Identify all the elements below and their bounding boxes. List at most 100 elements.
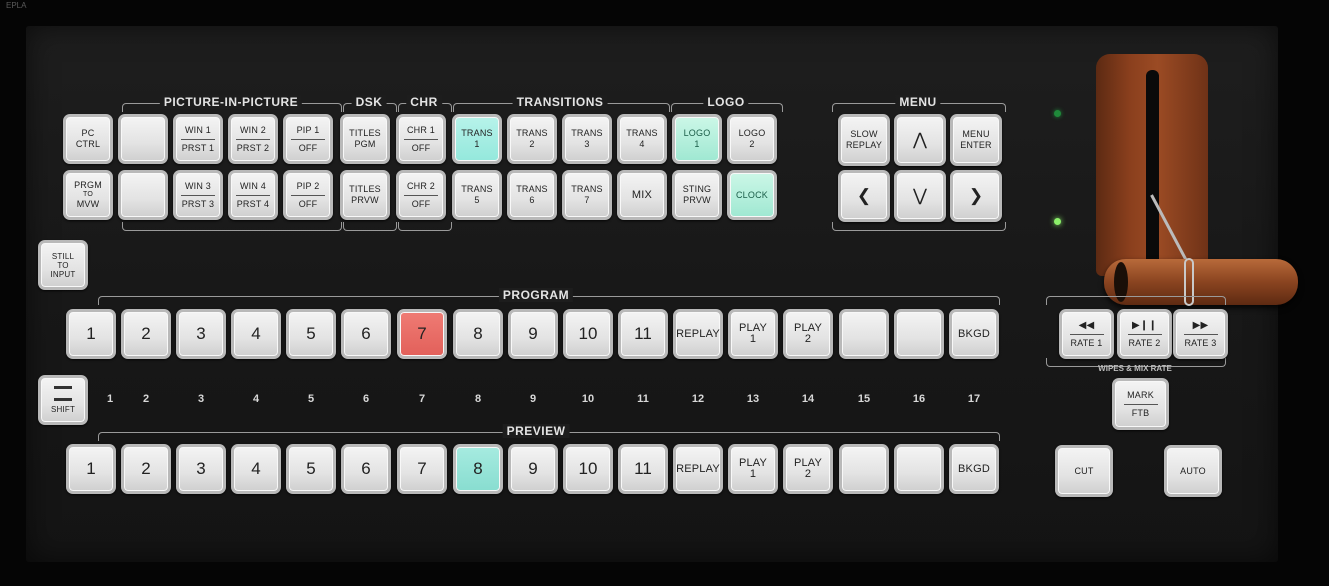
blank-button-2[interactable]: [118, 170, 168, 220]
program-button-2[interactable]: 2: [121, 309, 171, 359]
menu-left-button[interactable]: ❮: [838, 170, 890, 222]
slow-replay-button[interactable]: SLOW REPLAY: [838, 114, 890, 166]
menu-enter-line1: MENU: [962, 129, 990, 139]
pc-ctrl-button[interactable]: PC CTRL: [63, 114, 113, 164]
preview-button-15[interactable]: [839, 444, 889, 494]
trans2-button[interactable]: TRANS 2: [507, 114, 557, 164]
titles-pgm-line2: PGM: [354, 139, 376, 149]
preview-button-9[interactable]: 9: [508, 444, 558, 494]
program-button-9[interactable]: 9: [508, 309, 558, 359]
logo2-button[interactable]: LOGO 2: [727, 114, 777, 164]
menu-enter-button[interactable]: MENU ENTER: [950, 114, 1002, 166]
win2-button[interactable]: WIN 2 PRST 2: [228, 114, 278, 164]
program-button-5[interactable]: 5: [286, 309, 336, 359]
menu-label: MENU: [895, 95, 941, 109]
preview-button-2[interactable]: 2: [121, 444, 171, 494]
trans6-button[interactable]: TRANS 6: [507, 170, 557, 220]
logo1-line1: LOGO: [683, 128, 711, 138]
auto-button[interactable]: AUTO: [1164, 445, 1222, 497]
sting-prvw-button[interactable]: STING PRVW: [672, 170, 722, 220]
preview-button-6[interactable]: 6: [341, 444, 391, 494]
preview-button-7[interactable]: 7: [397, 444, 447, 494]
menu-down-button[interactable]: ⋁: [894, 170, 946, 222]
program-button-1[interactable]: 1: [66, 309, 116, 359]
pip2-button[interactable]: PIP 2 OFF: [283, 170, 333, 220]
still-line1: STILL: [51, 251, 75, 261]
chr2-button[interactable]: CHR 2 OFF: [396, 170, 446, 220]
win3-line1: WIN 3: [184, 180, 211, 191]
trans1-button[interactable]: TRANS 1: [452, 114, 502, 164]
win3-button[interactable]: WIN 3 PRST 3: [173, 170, 223, 220]
win3-line2: PRST 3: [181, 198, 215, 209]
preview-button-14-line2: 2: [804, 468, 812, 480]
trans5-button[interactable]: TRANS 5: [452, 170, 502, 220]
preview-button-10[interactable]: 10: [563, 444, 613, 494]
titles-prvw-button[interactable]: TITLES PRVW: [340, 170, 390, 220]
program-button-10[interactable]: 10: [563, 309, 613, 359]
preview-button-1[interactable]: 1: [66, 444, 116, 494]
ftb-label: FTB: [1131, 407, 1150, 418]
menu-enter-line2: ENTER: [960, 140, 992, 150]
logo1-button[interactable]: LOGO 1: [672, 114, 722, 164]
menu-right-button[interactable]: ❯: [950, 170, 1002, 222]
program-button-14[interactable]: PLAY 2: [783, 309, 833, 359]
program-button-7[interactable]: 7: [397, 309, 447, 359]
pip1-button[interactable]: PIP 1 OFF: [283, 114, 333, 164]
menu-up-button[interactable]: ⋀: [894, 114, 946, 166]
chr1-button[interactable]: CHR 1 OFF: [396, 114, 446, 164]
still-to-input-button[interactable]: STILL TO INPUT: [38, 240, 88, 290]
program-button-7-label: 7: [417, 324, 427, 343]
rate1-button[interactable]: ◀◀ RATE 1: [1059, 309, 1114, 359]
program-button-13-line2: 1: [749, 333, 757, 345]
program-button-17[interactable]: BKGD: [949, 309, 999, 359]
auto-label: AUTO: [1180, 465, 1206, 476]
win1-button[interactable]: WIN 1 PRST 1: [173, 114, 223, 164]
win4-divider: [236, 194, 270, 196]
input-number-6: 6: [362, 393, 370, 405]
preview-button-8[interactable]: 8: [453, 444, 503, 494]
win4-button[interactable]: WIN 4 PRST 4: [228, 170, 278, 220]
titles-pgm-button[interactable]: TITLES PGM: [340, 114, 390, 164]
mark-divider: [1123, 403, 1158, 405]
preview-button-11[interactable]: 11: [618, 444, 668, 494]
preview-button-13[interactable]: PLAY 1: [728, 444, 778, 494]
input-number-15: 15: [857, 393, 871, 405]
trans4-button[interactable]: TRANS 4: [617, 114, 667, 164]
chr2-divider: [404, 194, 438, 196]
program-button-6[interactable]: 6: [341, 309, 391, 359]
preview-button-16[interactable]: [894, 444, 944, 494]
preview-button-8-label: 8: [473, 459, 483, 478]
shift-button[interactable]: SHIFT: [38, 375, 88, 425]
rate-bracket: [1046, 296, 1226, 305]
mix-button[interactable]: MIX: [617, 170, 667, 220]
preview-button-5[interactable]: 5: [286, 444, 336, 494]
program-button-4[interactable]: 4: [231, 309, 281, 359]
input-number-13: 13: [746, 393, 760, 405]
preview-button-17[interactable]: BKGD: [949, 444, 999, 494]
pip2-divider: [291, 194, 325, 196]
mark-ftb-button[interactable]: MARK FTB: [1112, 378, 1169, 430]
cut-button[interactable]: CUT: [1055, 445, 1113, 497]
program-button-8[interactable]: 8: [453, 309, 503, 359]
preview-button-14[interactable]: PLAY 2: [783, 444, 833, 494]
trans4-line1: TRANS: [626, 128, 658, 138]
program-button-3[interactable]: 3: [176, 309, 226, 359]
program-button-13[interactable]: PLAY 1: [728, 309, 778, 359]
program-button-11[interactable]: 11: [618, 309, 668, 359]
preview-button-3[interactable]: 3: [176, 444, 226, 494]
win1-line1: WIN 1: [184, 124, 211, 135]
clock-button[interactable]: CLOCK: [727, 170, 777, 220]
preview-button-12[interactable]: REPLAY: [673, 444, 723, 494]
rate3-button[interactable]: ▶▶ RATE 3: [1173, 309, 1228, 359]
program-button-15[interactable]: [839, 309, 889, 359]
preview-button-4[interactable]: 4: [231, 444, 281, 494]
trans3-line1: TRANS: [571, 128, 603, 138]
program-button-16[interactable]: [894, 309, 944, 359]
trans3-button[interactable]: TRANS 3: [562, 114, 612, 164]
rate2-button[interactable]: ▶❙❙ RATE 2: [1117, 309, 1172, 359]
trans7-button[interactable]: TRANS 7: [562, 170, 612, 220]
blank-button-1[interactable]: [118, 114, 168, 164]
rate2-divider: [1127, 333, 1162, 335]
program-button-12[interactable]: REPLAY: [673, 309, 723, 359]
prgm-to-mvw-button[interactable]: PRGM TO MVW: [63, 170, 113, 220]
